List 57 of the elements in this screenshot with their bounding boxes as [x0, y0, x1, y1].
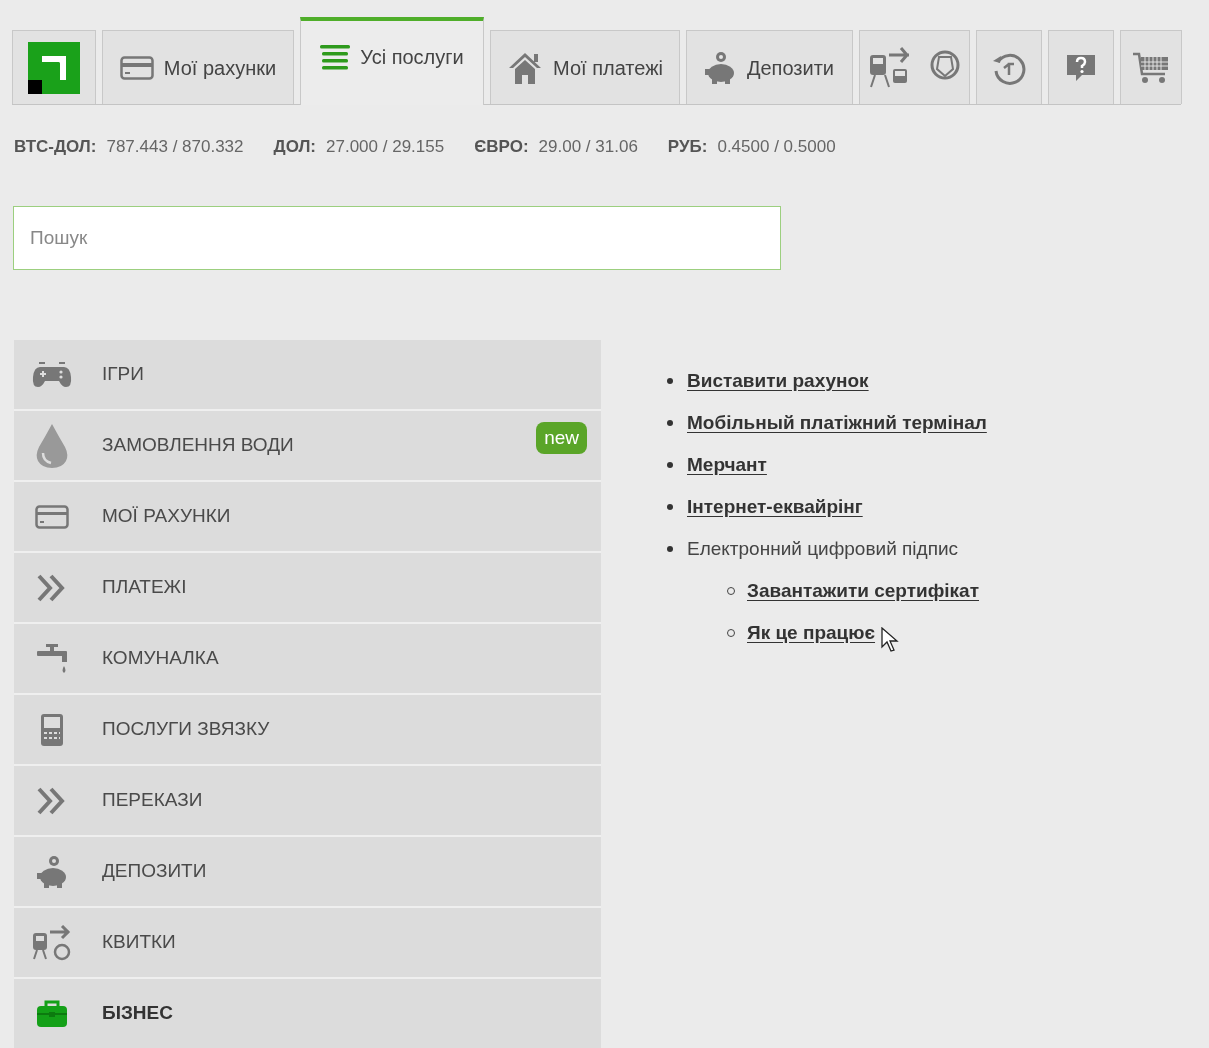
- logo-icon: [28, 41, 80, 94]
- menu-item[interactable]: ІГРИ: [14, 340, 601, 411]
- cursor-icon: [881, 627, 900, 653]
- menu-item[interactable]: ЗАМОВЛЕННЯ ВОДИ new: [14, 411, 601, 482]
- phone-icon: [40, 712, 64, 747]
- rate-value: 27.000 / 29.155: [326, 136, 445, 159]
- bullet: [667, 546, 673, 552]
- house-icon: [507, 50, 543, 85]
- service-label: Електронний цифровий підпис: [687, 536, 959, 561]
- menu-item[interactable]: КВИТКИ: [14, 908, 601, 979]
- tickets-icon: [32, 924, 72, 961]
- new-badge: new: [536, 422, 587, 454]
- shopping-cart-icon: [1133, 51, 1169, 84]
- menu-item[interactable]: ПОСЛУГИ ЗВЯЗКУ: [14, 695, 601, 766]
- bullet: [667, 420, 673, 426]
- menu-item[interactable]: ПЕРЕКАЗИ: [14, 766, 601, 837]
- bullet: [667, 504, 673, 510]
- nav-tab[interactable]: Мої платежі: [490, 30, 680, 104]
- service-link[interactable]: Мерчант: [687, 450, 767, 480]
- service-link[interactable]: Як це працює: [747, 618, 876, 648]
- nav-tab[interactable]: [1048, 30, 1114, 104]
- menu-item[interactable]: МОЇ РАХУНКИ: [14, 482, 601, 553]
- service-link[interactable]: Інтернет-еквайрінг: [687, 492, 863, 522]
- card-icon: [35, 504, 69, 529]
- nav-tab[interactable]: Депозити: [686, 30, 853, 104]
- rate-value: 787.443 / 870.332: [106, 136, 244, 159]
- menu-item[interactable]: ПЛАТЕЖІ: [14, 553, 601, 624]
- gamepad-icon: [32, 360, 72, 389]
- briefcase-icon: [36, 999, 68, 1028]
- nav-tab[interactable]: Усі послуги: [300, 17, 484, 105]
- service-link[interactable]: Завантажити сертифікат: [747, 576, 979, 606]
- nav-tab[interactable]: Мої рахунки: [102, 30, 294, 104]
- list-icon: [320, 44, 351, 70]
- card-icon: [119, 55, 154, 80]
- bullet: [667, 378, 673, 384]
- search-field[interactable]: Пошук: [13, 206, 781, 270]
- rate-value: 0.4500 / 0.5000: [717, 136, 836, 159]
- nav-tab[interactable]: [1120, 30, 1182, 104]
- menu-item[interactable]: ДЕПОЗИТИ: [14, 837, 601, 908]
- water-drop-icon: [35, 422, 69, 469]
- nav-tab[interactable]: [976, 30, 1042, 104]
- faucet-icon: [36, 642, 68, 675]
- bullet: [667, 462, 673, 468]
- service-link[interactable]: Мобільный платіжний термінал: [687, 408, 987, 438]
- rate-label: ЄВРО:: [474, 136, 529, 159]
- help-icon: [1064, 52, 1098, 83]
- logo-tab[interactable]: [12, 30, 96, 104]
- rate-value: 29.00 / 31.06: [538, 136, 638, 159]
- service-link[interactable]: Виставити рахунок: [687, 366, 869, 396]
- rate-label: РУБ:: [667, 136, 708, 159]
- menu-item[interactable]: КОМУНАЛКА: [14, 624, 601, 695]
- nav-tab[interactable]: [859, 30, 970, 104]
- piggy-bank-icon: [36, 854, 68, 889]
- menu-item[interactable]: БІЗНЕС: [14, 979, 601, 1048]
- rate-label: ВТС-ДОЛ:: [14, 136, 97, 159]
- rate-label: ДОЛ:: [273, 136, 317, 159]
- piggy-bank-icon: [704, 50, 737, 85]
